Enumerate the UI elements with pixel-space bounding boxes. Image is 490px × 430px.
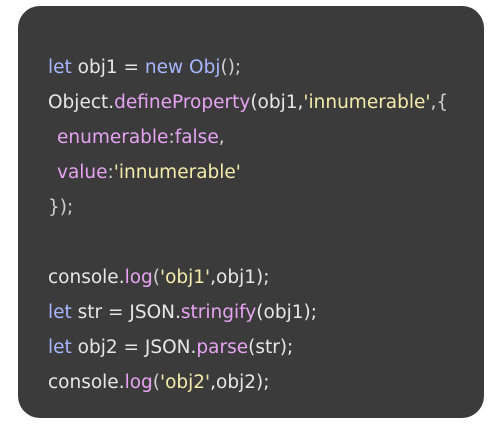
code-text: (str); [248, 337, 294, 358]
string-literal: 'innumerable' [113, 162, 241, 183]
method-name: stringify [180, 302, 257, 323]
code-text: obj2 = JSON. [71, 337, 197, 358]
property-name: enumerable [57, 127, 169, 148]
code-text: obj1 = [71, 57, 145, 78]
code-snippet-card: let obj1 = new Obj(); Object.definePrope… [18, 6, 484, 418]
code-text: Object. [48, 92, 115, 113]
keyword-let: let [48, 57, 72, 78]
code-line-2: Object.defineProperty(obj1,'innumerable'… [48, 85, 468, 120]
code-text: ,obj2); [210, 372, 270, 393]
keyword-let: let [48, 337, 72, 358]
code-line-1: let obj1 = new Obj(); [48, 50, 468, 85]
code-punctuation: (); [220, 57, 242, 78]
method-name: parse [196, 337, 249, 358]
code-text: str = JSON. [71, 302, 181, 323]
class-name: Obj [189, 57, 221, 78]
empty-line [48, 225, 468, 260]
method-name: log [124, 267, 153, 288]
code-line-3: enumerable:false, [48, 120, 468, 155]
code-line-4: value:'innumerable' [48, 155, 468, 190]
property-name: value [57, 162, 108, 183]
method-name: log [124, 372, 153, 393]
code-text: console. [48, 372, 125, 393]
code-line-6: console.log('obj1',obj1); [48, 260, 468, 295]
code-block: let obj1 = new Obj(); Object.definePrope… [48, 50, 468, 400]
boolean-literal: false [174, 127, 219, 148]
code-line-5: }); [48, 190, 468, 225]
code-text: (obj1, [250, 92, 304, 113]
string-literal: 'innumerable' [303, 92, 431, 113]
code-text: console. [48, 267, 125, 288]
code-line-8: let obj2 = JSON.parse(str); [48, 330, 468, 365]
code-punctuation: ,{ [430, 92, 449, 113]
keyword-new: new [144, 57, 184, 78]
code-text: (obj1); [256, 302, 317, 323]
code-line-7: let str = JSON.stringify(obj1); [48, 295, 468, 330]
code-punctuation: }); [48, 197, 74, 218]
code-text: ,obj1); [210, 267, 270, 288]
string-literal: 'obj2' [160, 372, 211, 393]
string-literal: 'obj1' [160, 267, 211, 288]
code-punctuation: ( [152, 267, 160, 288]
method-name: defineProperty [114, 92, 251, 113]
code-punctuation: , [218, 127, 225, 148]
code-punctuation: ( [152, 372, 160, 393]
code-line-9: console.log('obj2',obj2); [48, 365, 468, 400]
keyword-let: let [48, 302, 72, 323]
